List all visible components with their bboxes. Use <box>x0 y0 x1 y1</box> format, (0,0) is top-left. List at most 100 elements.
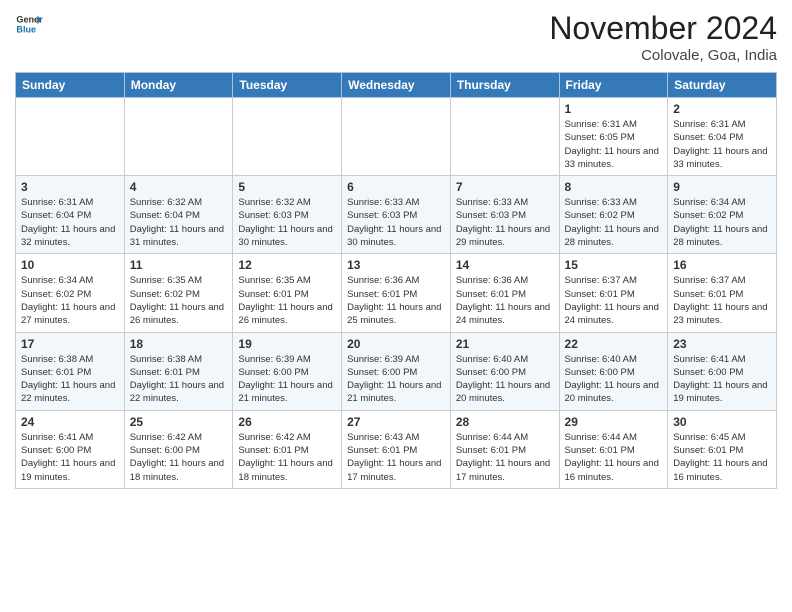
day-number: 29 <box>565 415 663 429</box>
day-info: Sunrise: 6:33 AM Sunset: 6:03 PM Dayligh… <box>456 196 554 249</box>
calendar-day-cell: 30Sunrise: 6:45 AM Sunset: 6:01 PM Dayli… <box>668 410 777 488</box>
calendar-day-cell: 3 Sunrise: 6:31 AM Sunset: 6:04 PM Daylig… <box>16 176 125 254</box>
calendar-day-cell: 24 Sunrise: 6:41 AM Sunset: 6:00 PM Dayli… <box>16 410 125 488</box>
weekday-header: Tuesday <box>233 73 342 98</box>
day-info: Sunrise: 6:31 AM Sunset: 6:04 PM Dayligh… <box>673 118 771 171</box>
day-info: Sunrise: 6:35 AM Sunset: 6:01 PM Dayligh… <box>238 274 336 327</box>
day-number: 7 <box>456 180 554 194</box>
day-number: 27 <box>347 415 445 429</box>
day-info: Sunrise: 6:35 AM Sunset: 6:02 PM Dayligh… <box>130 274 228 327</box>
calendar-day-cell: 6Sunrise: 6:33 AM Sunset: 6:03 PM Daylig… <box>342 176 451 254</box>
day-info: Sunrise: 6:44 AM Sunset: 6:01 PM Dayligh… <box>456 431 554 484</box>
day-number: 21 <box>456 337 554 351</box>
day-info: Sunrise: 6:39 AM Sunset: 6:00 PM Dayligh… <box>238 353 336 406</box>
calendar-day-cell <box>450 98 559 176</box>
day-number: 13 <box>347 258 445 272</box>
day-number: 1 <box>565 102 663 116</box>
calendar-day-cell: 18 Sunrise: 6:38 AM Sunset: 6:01 PM Dayli… <box>124 332 233 410</box>
calendar-day-cell: 9Sunrise: 6:34 AM Sunset: 6:02 PM Daylig… <box>668 176 777 254</box>
day-info: Sunrise: 6:38 AM Sunset: 6:01 PM Dayligh… <box>130 353 228 406</box>
title-block: November 2024 Colovale, Goa, India <box>549 10 777 64</box>
calendar-day-cell: 10 Sunrise: 6:34 AM Sunset: 6:02 PM Dayli… <box>16 254 125 332</box>
day-number: 15 <box>565 258 663 272</box>
day-number: 11 <box>130 258 228 272</box>
calendar-day-cell: 25 Sunrise: 6:42 AM Sunset: 6:00 PM Dayli… <box>124 410 233 488</box>
calendar-day-cell: 2Sunrise: 6:31 AM Sunset: 6:04 PM Daylig… <box>668 98 777 176</box>
calendar-day-cell: 8 Sunrise: 6:33 AM Sunset: 6:02 PM Daylig… <box>559 176 668 254</box>
day-info: Sunrise: 6:32 AM Sunset: 6:03 PM Dayligh… <box>238 196 336 249</box>
day-info: Sunrise: 6:42 AM Sunset: 6:01 PM Dayligh… <box>238 431 336 484</box>
svg-text:Blue: Blue <box>16 24 36 34</box>
day-number: 6 <box>347 180 445 194</box>
calendar-week-row: 1 Sunrise: 6:31 AM Sunset: 6:05 PM Daylig… <box>16 98 777 176</box>
day-info: Sunrise: 6:44 AM Sunset: 6:01 PM Dayligh… <box>565 431 663 484</box>
calendar-day-cell: 28 Sunrise: 6:44 AM Sunset: 6:01 PM Dayli… <box>450 410 559 488</box>
day-number: 12 <box>238 258 336 272</box>
calendar-day-cell: 21Sunrise: 6:40 AM Sunset: 6:00 PM Dayli… <box>450 332 559 410</box>
logo-icon: General Blue <box>15 10 43 38</box>
day-info: Sunrise: 6:34 AM Sunset: 6:02 PM Dayligh… <box>673 196 771 249</box>
calendar-week-row: 3 Sunrise: 6:31 AM Sunset: 6:04 PM Daylig… <box>16 176 777 254</box>
calendar-day-cell: 29 Sunrise: 6:44 AM Sunset: 6:01 PM Dayli… <box>559 410 668 488</box>
month-title: November 2024 <box>549 10 777 47</box>
calendar-day-cell <box>124 98 233 176</box>
day-info: Sunrise: 6:37 AM Sunset: 6:01 PM Dayligh… <box>673 274 771 327</box>
calendar-day-cell <box>233 98 342 176</box>
calendar-day-cell <box>342 98 451 176</box>
day-info: Sunrise: 6:33 AM Sunset: 6:02 PM Dayligh… <box>565 196 663 249</box>
day-number: 17 <box>21 337 119 351</box>
day-number: 20 <box>347 337 445 351</box>
day-number: 5 <box>238 180 336 194</box>
day-number: 18 <box>130 337 228 351</box>
day-number: 25 <box>130 415 228 429</box>
weekday-header: Sunday <box>16 73 125 98</box>
calendar-day-cell: 27 Sunrise: 6:43 AM Sunset: 6:01 PM Dayli… <box>342 410 451 488</box>
calendar-week-row: 10 Sunrise: 6:34 AM Sunset: 6:02 PM Dayli… <box>16 254 777 332</box>
day-info: Sunrise: 6:36 AM Sunset: 6:01 PM Dayligh… <box>347 274 445 327</box>
weekday-header: Friday <box>559 73 668 98</box>
calendar-day-cell: 15 Sunrise: 6:37 AM Sunset: 6:01 PM Dayli… <box>559 254 668 332</box>
day-number: 23 <box>673 337 771 351</box>
day-info: Sunrise: 6:34 AM Sunset: 6:02 PM Dayligh… <box>21 274 119 327</box>
day-info: Sunrise: 6:38 AM Sunset: 6:01 PM Dayligh… <box>21 353 119 406</box>
calendar-day-cell: 17 Sunrise: 6:38 AM Sunset: 6:01 PM Dayli… <box>16 332 125 410</box>
day-info: Sunrise: 6:39 AM Sunset: 6:00 PM Dayligh… <box>347 353 445 406</box>
day-info: Sunrise: 6:31 AM Sunset: 6:04 PM Dayligh… <box>21 196 119 249</box>
calendar-day-cell: 20 Sunrise: 6:39 AM Sunset: 6:00 PM Dayli… <box>342 332 451 410</box>
weekday-header: Thursday <box>450 73 559 98</box>
weekday-header: Wednesday <box>342 73 451 98</box>
calendar-week-row: 24 Sunrise: 6:41 AM Sunset: 6:00 PM Dayli… <box>16 410 777 488</box>
day-info: Sunrise: 6:42 AM Sunset: 6:00 PM Dayligh… <box>130 431 228 484</box>
day-number: 28 <box>456 415 554 429</box>
calendar-day-cell: 22Sunrise: 6:40 AM Sunset: 6:00 PM Dayli… <box>559 332 668 410</box>
calendar-day-cell: 13 Sunrise: 6:36 AM Sunset: 6:01 PM Dayli… <box>342 254 451 332</box>
calendar-day-cell <box>16 98 125 176</box>
weekday-header: Saturday <box>668 73 777 98</box>
day-info: Sunrise: 6:36 AM Sunset: 6:01 PM Dayligh… <box>456 274 554 327</box>
day-number: 4 <box>130 180 228 194</box>
day-info: Sunrise: 6:31 AM Sunset: 6:05 PM Dayligh… <box>565 118 663 171</box>
day-info: Sunrise: 6:41 AM Sunset: 6:00 PM Dayligh… <box>673 353 771 406</box>
day-info: Sunrise: 6:32 AM Sunset: 6:04 PM Dayligh… <box>130 196 228 249</box>
day-number: 10 <box>21 258 119 272</box>
calendar-day-cell: 5 Sunrise: 6:32 AM Sunset: 6:03 PM Daylig… <box>233 176 342 254</box>
calendar-header-row: SundayMondayTuesdayWednesdayThursdayFrid… <box>16 73 777 98</box>
calendar-day-cell: 11 Sunrise: 6:35 AM Sunset: 6:02 PM Dayli… <box>124 254 233 332</box>
day-number: 30 <box>673 415 771 429</box>
day-number: 22 <box>565 337 663 351</box>
day-info: Sunrise: 6:43 AM Sunset: 6:01 PM Dayligh… <box>347 431 445 484</box>
calendar-day-cell: 12 Sunrise: 6:35 AM Sunset: 6:01 PM Dayli… <box>233 254 342 332</box>
day-number: 24 <box>21 415 119 429</box>
calendar-day-cell: 23 Sunrise: 6:41 AM Sunset: 6:00 PM Dayli… <box>668 332 777 410</box>
day-number: 3 <box>21 180 119 194</box>
location: Colovale, Goa, India <box>549 47 777 64</box>
day-info: Sunrise: 6:37 AM Sunset: 6:01 PM Dayligh… <box>565 274 663 327</box>
day-info: Sunrise: 6:41 AM Sunset: 6:00 PM Dayligh… <box>21 431 119 484</box>
logo: General Blue <box>15 10 43 38</box>
calendar-day-cell: 26 Sunrise: 6:42 AM Sunset: 6:01 PM Dayli… <box>233 410 342 488</box>
day-number: 8 <box>565 180 663 194</box>
calendar-day-cell: 7 Sunrise: 6:33 AM Sunset: 6:03 PM Daylig… <box>450 176 559 254</box>
day-number: 26 <box>238 415 336 429</box>
day-number: 14 <box>456 258 554 272</box>
calendar-week-row: 17 Sunrise: 6:38 AM Sunset: 6:01 PM Dayli… <box>16 332 777 410</box>
